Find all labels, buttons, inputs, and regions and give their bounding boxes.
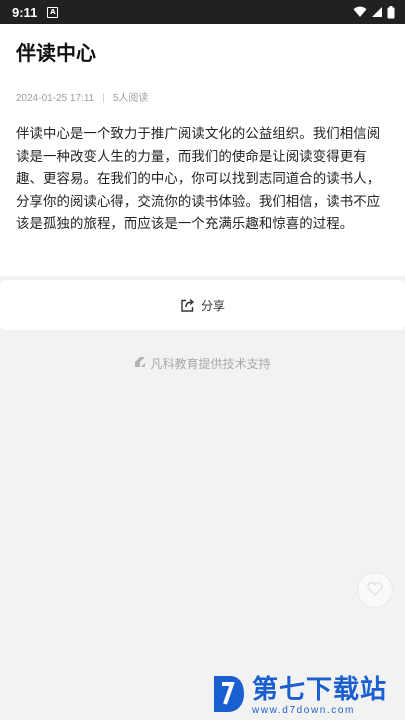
status-left: 9:11 A xyxy=(12,4,59,20)
share-icon xyxy=(180,298,195,313)
share-label: 分享 xyxy=(200,298,225,313)
watermark-url: www.d7down.com xyxy=(252,704,355,716)
d7-logo-icon xyxy=(210,672,246,720)
status-right xyxy=(353,5,395,19)
article-title: 伴读中心 xyxy=(16,41,96,65)
battery-icon xyxy=(387,5,395,19)
article-body: 伴读中心是一个致力于推广阅读文化的公益组织。我们相信阅读是一种改变人生的力量，而… xyxy=(16,127,381,232)
watermark-text: 第七下载站 www.d7down.com xyxy=(252,677,387,716)
meta-separator: | xyxy=(102,93,105,104)
app-notification-icon: A xyxy=(47,6,59,18)
watermark-title: 第七下载站 xyxy=(252,674,388,705)
support-text: 凡科教育提供技术支持 xyxy=(150,356,271,371)
heart-icon xyxy=(367,581,383,600)
floating-action-button[interactable] xyxy=(357,572,393,608)
signal-icon xyxy=(371,6,383,18)
status-bar: 9:11 A xyxy=(0,0,405,24)
watermark: 第七下载站 www.d7down.com xyxy=(210,672,400,720)
article-date: 2024-01-25 17:11 xyxy=(16,93,95,104)
status-time: 9:11 xyxy=(12,4,38,20)
article-meta: 2024-01-25 17:11 | 5人阅读 xyxy=(16,92,389,106)
fanke-logo-icon xyxy=(134,356,146,371)
wifi-icon xyxy=(353,6,367,18)
support-footer: 凡科教育提供技术支持 xyxy=(0,354,405,372)
read-count: 5人阅读 xyxy=(112,93,149,104)
article-card: 伴读中心 2024-01-25 17:11 | 5人阅读 伴读中心是一个致力于推… xyxy=(0,24,405,276)
share-button[interactable]: 分享 xyxy=(0,280,405,330)
